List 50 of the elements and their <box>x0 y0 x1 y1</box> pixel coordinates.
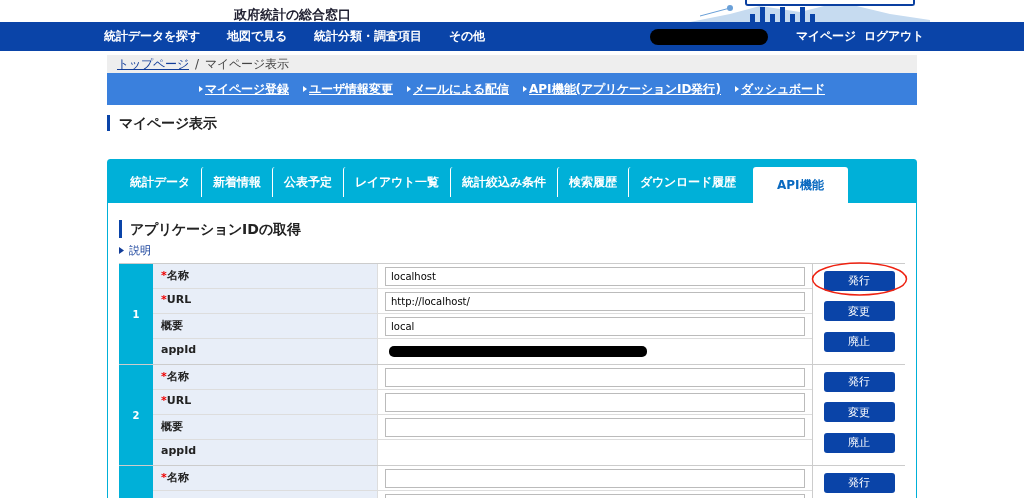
field-label: *URL <box>153 289 378 313</box>
nav-link[interactable]: 統計データを探す <box>104 28 200 45</box>
field-label: *URL <box>153 390 378 414</box>
triangle-icon <box>523 86 527 92</box>
menu-link[interactable]: マイページ登録 <box>199 80 289 98</box>
input-field[interactable] <box>385 468 805 488</box>
input-field[interactable]: localhost <box>385 266 805 286</box>
field-label: *名称 <box>153 264 378 288</box>
breadcrumb-separator: / <box>195 57 200 71</box>
input-field[interactable]: local <box>385 316 805 336</box>
triangle-icon <box>734 86 739 92</box>
action-button[interactable]: 変更 <box>823 402 895 422</box>
field-label: *名称 <box>153 365 378 389</box>
menu-link[interactable]: ユーザ情報変更 <box>303 80 393 98</box>
triangle-icon <box>407 86 411 92</box>
nav-link[interactable]: ログアウト <box>864 28 924 45</box>
site-title: 政府統計の総合窓口 <box>234 8 351 22</box>
menu-link[interactable]: メールによる配信 <box>407 80 509 98</box>
input-field[interactable] <box>385 392 805 412</box>
action-button[interactable]: 変更 <box>823 301 895 321</box>
input-field[interactable] <box>385 367 805 387</box>
action-button[interactable]: 廃止 <box>823 331 895 352</box>
action-button[interactable]: 発行 <box>823 371 895 392</box>
page-title: マイページ表示 <box>107 115 917 131</box>
record-number: 1 <box>119 264 153 364</box>
help-link[interactable]: 説明 <box>119 243 151 258</box>
action-button[interactable]: 発行 <box>823 472 895 493</box>
nav-link[interactable]: その他 <box>449 28 485 45</box>
section-title: アプリケーションIDの取得 <box>119 220 905 238</box>
nav-link[interactable]: 地図で見る <box>227 28 287 45</box>
field-label: *名称 <box>153 466 378 490</box>
action-button[interactable]: 発行 <box>823 270 895 291</box>
breadcrumb-link[interactable]: トップページ <box>117 55 189 73</box>
field-label: appId <box>153 339 378 364</box>
triangle-icon <box>303 86 307 92</box>
menu-link[interactable]: ダッシュボード <box>734 80 825 98</box>
nav-link[interactable]: 統計分類・調査項目 <box>314 28 422 45</box>
field-label: 概要 <box>153 415 378 439</box>
nav-link[interactable]: マイページ <box>796 28 856 45</box>
record-number: 2 <box>119 365 153 465</box>
input-field[interactable] <box>385 417 805 437</box>
input-field[interactable]: http://localhost/ <box>385 291 805 311</box>
triangle-icon <box>119 247 124 254</box>
field-label: 概要 <box>153 314 378 338</box>
field-label: appId <box>153 440 378 465</box>
tab[interactable]: API機能 <box>753 167 848 203</box>
action-button[interactable]: 廃止 <box>823 432 895 453</box>
triangle-icon <box>199 86 203 92</box>
breadcrumb-current: マイページ表示 <box>205 55 290 73</box>
menu-link[interactable]: API機能(アプリケーションID発行) <box>523 80 721 98</box>
